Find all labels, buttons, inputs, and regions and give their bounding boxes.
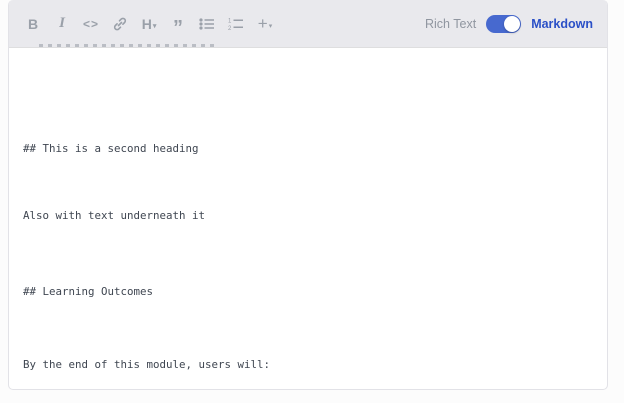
editor-line-heading2: ## This is a second heading xyxy=(23,120,593,158)
bold-icon: B xyxy=(28,16,38,32)
svg-text:1: 1 xyxy=(228,18,232,24)
page: { "toolbar": { "buttons": [ {"name": "bo… xyxy=(0,0,624,403)
clipped-text-line xyxy=(39,44,215,47)
bold-button[interactable]: B xyxy=(23,12,43,36)
bullet-list-button[interactable] xyxy=(197,12,217,36)
format-buttons: B I <> H▾ ” xyxy=(23,12,275,36)
editor-line-heading-outcomes: ## Learning Outcomes xyxy=(23,283,593,301)
rich-text-label[interactable]: Rich Text xyxy=(425,17,476,31)
chevron-down-icon: ▾ xyxy=(153,22,157,30)
link-button[interactable] xyxy=(110,12,130,36)
markdown-textarea[interactable]: ## This is a second heading Also with te… xyxy=(9,48,607,390)
italic-button[interactable]: I xyxy=(52,12,72,36)
insert-button[interactable]: +▾ xyxy=(255,12,275,36)
code-button[interactable]: <> xyxy=(81,12,101,36)
ordered-list-button[interactable]: 1 2 xyxy=(226,12,246,36)
chevron-down-icon: ▾ xyxy=(269,22,273,30)
blockquote-icon: ” xyxy=(173,23,183,33)
heading-button[interactable]: H▾ xyxy=(139,12,159,36)
editor-toolbar: B I <> H▾ ” xyxy=(9,0,607,48)
toggle-knob xyxy=(504,16,520,32)
code-icon: <> xyxy=(83,17,99,31)
blockquote-button[interactable]: ” xyxy=(168,12,188,36)
markdown-label[interactable]: Markdown xyxy=(531,17,593,31)
italic-icon: I xyxy=(59,15,65,32)
ordered-list-icon: 1 2 xyxy=(228,17,244,31)
svg-text:2: 2 xyxy=(228,26,232,31)
link-icon xyxy=(112,16,128,32)
markdown-toggle[interactable] xyxy=(486,15,521,33)
plus-icon: + xyxy=(258,14,268,34)
editor-line-intro: By the end of this module, users will: xyxy=(23,356,593,374)
heading-icon: H xyxy=(142,16,152,32)
markdown-editor-card: B I <> H▾ ” xyxy=(8,0,608,390)
bullet-list-icon xyxy=(199,17,215,31)
mode-switch: Rich Text Markdown xyxy=(425,15,593,33)
editor-line-text: Also with text underneath it xyxy=(23,207,593,225)
